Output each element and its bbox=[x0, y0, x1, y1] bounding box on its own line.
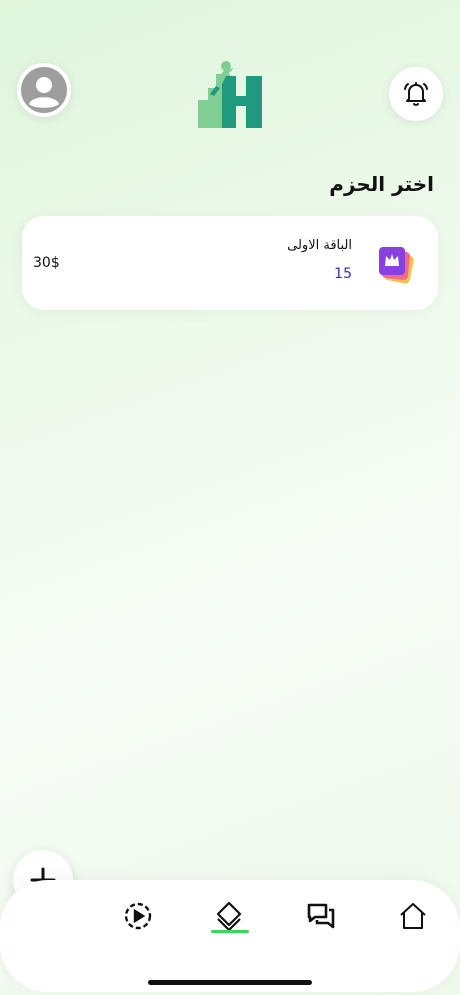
nav-item-video[interactable] bbox=[118, 896, 158, 936]
profile-button[interactable] bbox=[17, 63, 71, 117]
chat-bubbles-icon bbox=[307, 903, 335, 929]
active-tab-indicator bbox=[211, 930, 249, 933]
play-circle-icon bbox=[124, 902, 152, 930]
package-card[interactable]: الباقة الاولى 15 30$ bbox=[22, 216, 438, 310]
page-title: اختر الحزم bbox=[329, 172, 434, 196]
home-icon bbox=[400, 903, 426, 929]
bottom-navigation bbox=[0, 880, 460, 992]
layers-icon bbox=[216, 901, 242, 932]
nav-item-chat[interactable] bbox=[301, 896, 341, 936]
app-logo bbox=[198, 61, 262, 128]
nav-item-home[interactable] bbox=[393, 896, 433, 936]
notifications-button[interactable] bbox=[389, 67, 443, 121]
bell-icon bbox=[404, 82, 428, 106]
home-indicator bbox=[148, 980, 312, 985]
user-avatar-icon bbox=[21, 67, 67, 113]
package-price: 30$ bbox=[33, 255, 60, 271]
package-name: الباقة الاولى bbox=[287, 238, 352, 253]
package-count: 15 bbox=[334, 266, 352, 282]
crown-cards-icon bbox=[379, 247, 414, 284]
